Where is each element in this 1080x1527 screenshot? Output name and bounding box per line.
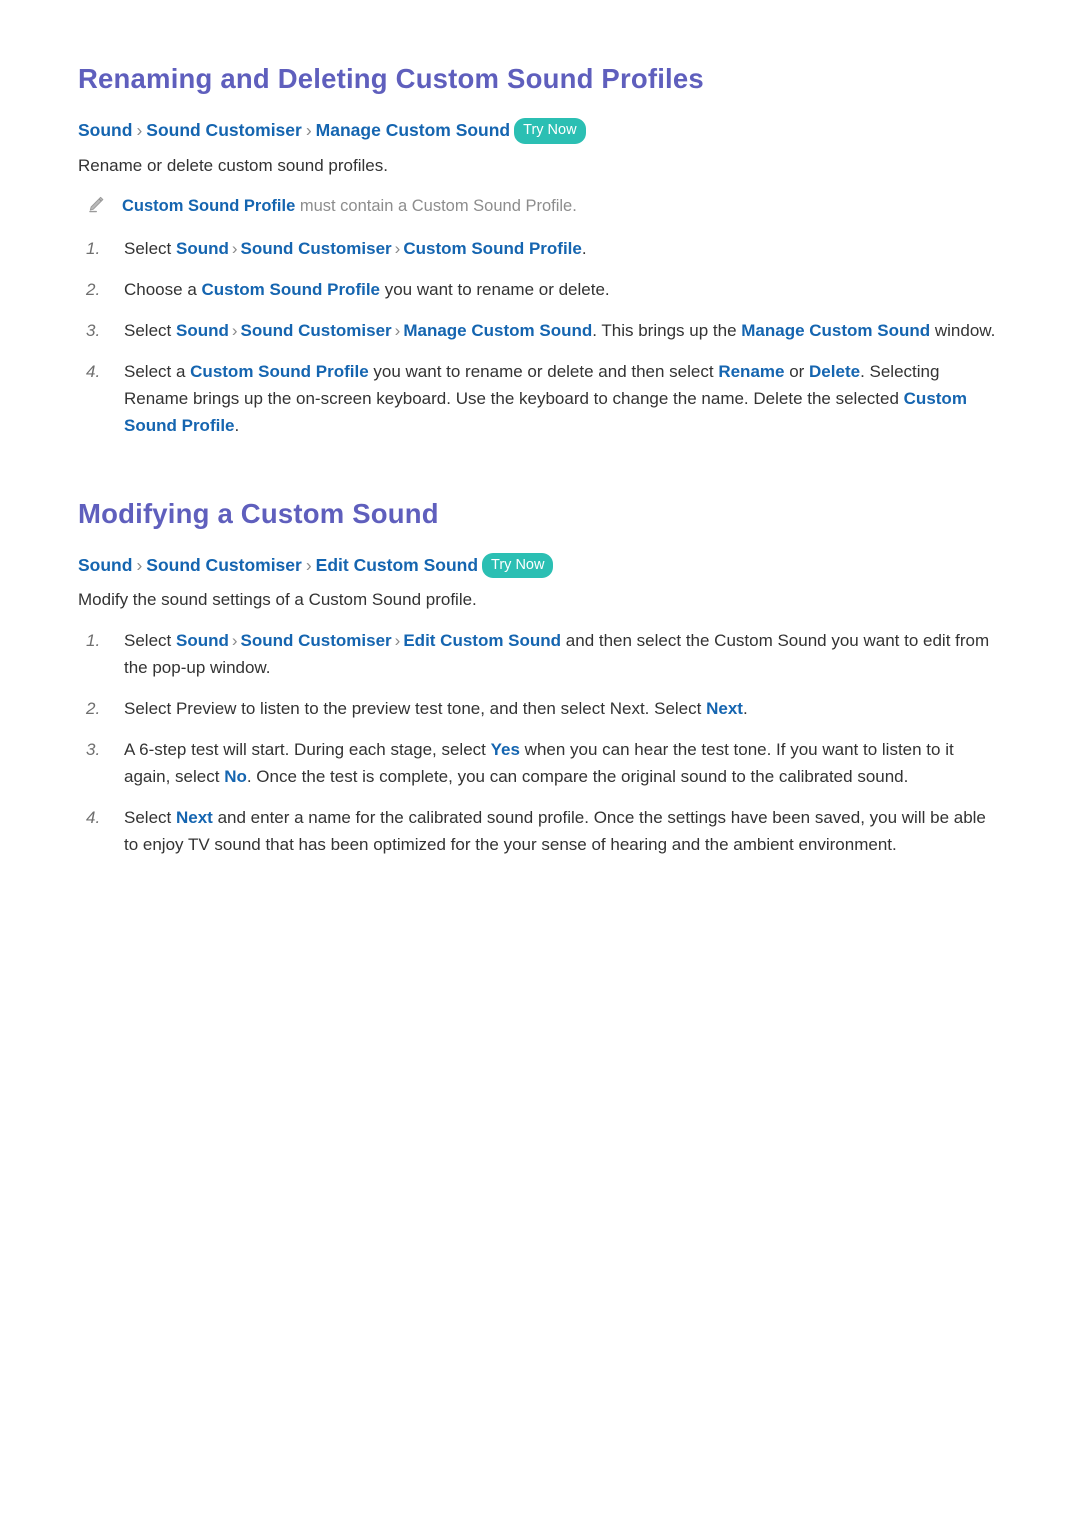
setting-term: Rename xyxy=(718,361,785,381)
setting-term: Next xyxy=(175,808,213,827)
step-number: 1. xyxy=(86,238,101,258)
section-title-wrap: Renaming and Deleting Custom Sound Profi… xyxy=(78,62,1002,96)
pencil-icon xyxy=(86,195,106,215)
step-number: 2. xyxy=(86,279,101,299)
list-item: 1. Select Sound › Sound Customiser › Edit Cus… xyxy=(78,627,1002,681)
step-number: 2. xyxy=(86,699,101,718)
body-text: . xyxy=(742,699,748,718)
breadcrumb-separator-icon: › xyxy=(394,631,401,650)
body-text: . xyxy=(234,415,240,435)
list-item: 2. Select Preview to listen to the previe… xyxy=(78,695,1002,722)
setting-term: Edit Custom Sound xyxy=(403,631,562,650)
body-text: . Once the test is complete, you can com… xyxy=(246,767,909,786)
body-text: and enter a name for the calibrated soun… xyxy=(124,808,986,854)
breadcrumb-separator-icon: › xyxy=(136,554,143,575)
body-text: Select xyxy=(124,238,176,258)
setting-term: Custom Sound Profile xyxy=(201,279,381,299)
setting-term: Custom Sound Profile xyxy=(403,238,582,258)
step-number: 3. xyxy=(86,320,101,340)
sections-container: Renaming and Deleting Custom Sound Profi… xyxy=(78,62,1002,858)
page-title: Modifying a Custom Sound xyxy=(78,497,439,529)
list-item: 1. Select Sound › Sound Customiser › Custom S… xyxy=(78,235,1002,262)
breadcrumb-item[interactable]: Sound Customiser xyxy=(146,555,302,575)
setting-term: Custom Sound Profile xyxy=(190,361,369,381)
section-title-wrap: Modifying a Custom Sound xyxy=(78,497,1002,531)
setting-term: Delete xyxy=(809,361,861,381)
breadcrumb-item[interactable]: Sound Customiser xyxy=(146,120,302,140)
steps-list: 1. Select Sound › Sound Customiser › Edit Cus… xyxy=(78,627,1002,858)
setting-term: Sound Customiser xyxy=(240,238,392,258)
breadcrumb-item[interactable]: Edit Custom Sound xyxy=(316,555,478,575)
body-text: Select xyxy=(124,320,176,340)
list-item: 4. Select Next and enter a name for the c… xyxy=(78,804,1002,858)
body-text: Choose a xyxy=(124,279,202,299)
body-text: you want to rename or delete. xyxy=(380,279,610,299)
body-text: Select xyxy=(124,631,176,650)
setting-term: Sound Customiser xyxy=(240,631,392,650)
breadcrumb-item[interactable]: Sound xyxy=(78,120,132,140)
body-text: . This brings up the xyxy=(592,320,742,340)
setting-term: Manage Custom Sound xyxy=(741,320,931,340)
breadcrumb: Sound › Sound Customiser › Manage Custom Sou… xyxy=(78,118,1002,144)
setting-term: Sound xyxy=(175,238,229,258)
try-now-badge[interactable]: Try Now xyxy=(482,552,554,578)
setting-term: Manage Custom Sound xyxy=(403,320,593,340)
body-text: A 6-step test will start. During each st… xyxy=(124,740,491,759)
note-text: must contain a Custom Sound Profile. xyxy=(295,196,577,215)
steps-list: 1. Select Sound › Sound Customiser › Custom S… xyxy=(78,235,1002,439)
step-number: 4. xyxy=(86,808,101,827)
breadcrumb: Sound › Sound Customiser › Edit Custom Sound… xyxy=(78,552,1002,578)
setting-term: Yes xyxy=(490,740,520,759)
breadcrumb-separator-icon: › xyxy=(394,320,401,340)
try-now-badge[interactable]: Try Now xyxy=(514,118,586,144)
breadcrumb-item[interactable]: Manage Custom Sound xyxy=(316,120,510,140)
breadcrumb-separator-icon: › xyxy=(305,554,312,575)
step-number: 4. xyxy=(86,361,101,381)
breadcrumb-separator-icon: › xyxy=(231,631,238,650)
list-item: 3. Select Sound › Sound Customiser › Manage C… xyxy=(78,317,1002,344)
page-title: Renaming and Deleting Custom Sound Profi… xyxy=(78,63,704,94)
body-text: Select Preview to listen to the preview … xyxy=(124,699,707,718)
setting-term: Sound xyxy=(175,320,229,340)
step-number: 3. xyxy=(86,740,101,759)
doc-section-renaming-deleting: Renaming and Deleting Custom Sound Profi… xyxy=(78,62,1002,439)
setting-term: No xyxy=(224,767,247,786)
document-page: Renaming and Deleting Custom Sound Profi… xyxy=(0,0,1080,1527)
setting-term: Sound Customiser xyxy=(240,320,392,340)
breadcrumb-separator-icon: › xyxy=(136,120,143,140)
list-item: 2. Choose a Custom Sound Profile you want… xyxy=(78,276,1002,303)
breadcrumb-separator-icon: › xyxy=(231,238,238,258)
body-text: you want to rename or delete and then se… xyxy=(368,361,719,381)
step-number: 1. xyxy=(86,631,101,650)
list-item: 3. A 6-step test will start. During each … xyxy=(78,736,1002,790)
body-text: Select a xyxy=(124,361,191,381)
note-callout: Custom Sound Profile must contain a Cust… xyxy=(78,193,1002,219)
body-text: window. xyxy=(930,320,996,340)
setting-term: Sound xyxy=(175,631,229,650)
breadcrumb-separator-icon: › xyxy=(231,320,238,340)
setting-term: Custom Sound Profile xyxy=(122,196,296,215)
breadcrumb-separator-icon: › xyxy=(305,120,312,140)
list-item: 4. Select a Custom Sound Profile you want… xyxy=(78,358,1002,439)
body-text: or xyxy=(784,361,810,381)
doc-section-modifying-custom-sound: Modifying a Custom Sound Sound › Sound Cust… xyxy=(78,497,1002,859)
breadcrumb-separator-icon: › xyxy=(394,238,401,258)
body-text: Select xyxy=(124,808,176,827)
section-intro-text: Rename or delete custom sound profiles. xyxy=(78,155,388,175)
setting-term: Next xyxy=(706,699,743,718)
body-text: . xyxy=(581,238,587,258)
section-intro-text: Modify the sound settings of a Custom So… xyxy=(78,590,477,609)
breadcrumb-item[interactable]: Sound xyxy=(78,555,132,575)
